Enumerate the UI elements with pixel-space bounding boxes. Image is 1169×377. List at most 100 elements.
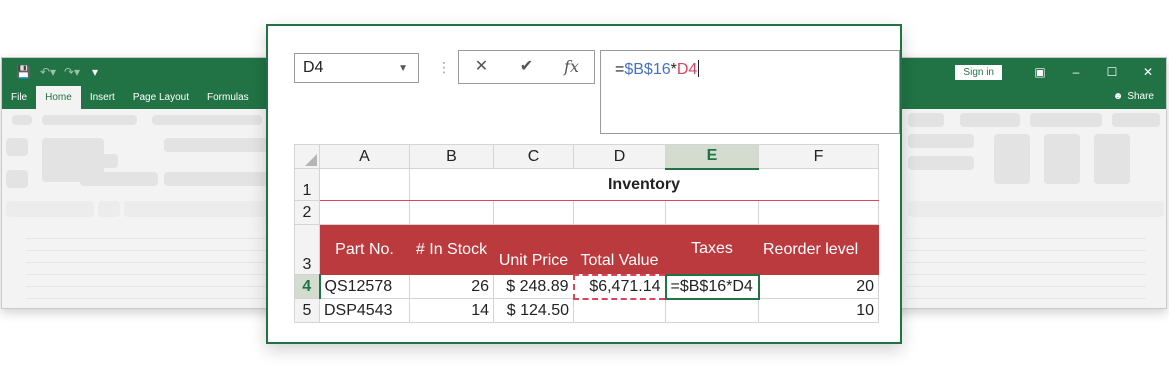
minimize-icon[interactable]: – (1058, 65, 1094, 79)
cell[interactable] (573, 298, 666, 323)
cell[interactable]: QS12578 (319, 274, 410, 299)
column-header[interactable]: C (493, 144, 574, 169)
formula-buttons: ✕ ✔ fx (458, 50, 595, 84)
ribbon-placeholder (6, 138, 28, 156)
redo-icon[interactable]: ↷▾ (64, 65, 80, 79)
share-button[interactable]: ☻ Share (1113, 91, 1154, 102)
insert-function-icon[interactable]: fx (549, 51, 594, 83)
sign-in-button[interactable]: Sign in (955, 64, 1002, 80)
save-icon[interactable]: 💾 (16, 65, 31, 79)
ribbon-placeholder (994, 134, 1030, 184)
formula-placeholder (124, 201, 274, 217)
cell[interactable] (758, 200, 879, 225)
cell[interactable]: $ 124.50 (493, 298, 574, 323)
quick-access-toolbar: 💾 ↶▾ ↷▾ ▾ (16, 64, 102, 80)
zoomed-formula-panel: D4 ▼ ⋮ ✕ ✔ fx =$B$16*D4 A B C D E F 1 In… (266, 24, 902, 344)
ribbon-placeholder (42, 115, 137, 125)
row-header[interactable]: 2 (294, 200, 320, 225)
table-header-row: 3 Part No. # In Stock Unit Price Total V… (294, 224, 879, 275)
header-taxes[interactable]: Taxes (665, 224, 759, 275)
column-header[interactable]: F (758, 144, 879, 169)
ribbon-placeholder (6, 170, 28, 188)
cell[interactable] (665, 200, 759, 225)
row-header[interactable]: 5 (294, 298, 320, 323)
cancel-icon[interactable]: ✕ (459, 51, 504, 83)
worksheet-grid: A B C D E F 1 Inventory 2 3 Part No. # I… (294, 144, 879, 323)
ribbon-placeholder (908, 134, 974, 148)
cell[interactable] (665, 298, 759, 323)
cell[interactable] (573, 200, 666, 225)
tab-home[interactable]: Home (36, 86, 81, 109)
column-header-selected[interactable]: E (665, 144, 759, 170)
column-header-row: A B C D E F (294, 144, 879, 170)
table-row: 1 Inventory (294, 168, 879, 201)
formula-eq: = (615, 61, 625, 78)
row-header[interactable]: 3 (294, 224, 320, 275)
header-in-stock[interactable]: # In Stock (409, 224, 494, 275)
ribbon-placeholder (80, 154, 118, 168)
formula-placeholder (908, 201, 1164, 217)
undo-icon[interactable]: ↶▾ (40, 65, 56, 79)
ribbon-placeholder (1044, 134, 1080, 184)
ribbon-placeholder (908, 113, 944, 127)
table-row: 2 (294, 200, 879, 225)
cell[interactable] (493, 200, 574, 225)
select-all-corner[interactable] (294, 144, 320, 169)
formula-ref-b16: $B$16 (624, 61, 671, 78)
cell[interactable]: DSP4543 (319, 298, 410, 323)
column-header[interactable]: D (573, 144, 666, 169)
name-box[interactable]: D4 ▼ (294, 53, 419, 83)
cell[interactable]: 20 (758, 274, 879, 299)
header-reorder-level[interactable]: Reorder level (758, 224, 879, 275)
cell[interactable]: 14 (409, 298, 494, 323)
formula-ref-d4: D4 (676, 61, 698, 78)
tab-file[interactable]: File (2, 86, 36, 109)
cell[interactable]: $ 248.89 (493, 274, 574, 299)
ribbon-placeholder (1094, 134, 1130, 184)
cell[interactable] (319, 200, 410, 225)
column-header[interactable]: B (409, 144, 494, 169)
active-cell-e4[interactable]: =$B$16*D4 (664, 273, 760, 300)
header-part-no[interactable]: Part No. (319, 224, 410, 275)
ribbon-display-options-icon[interactable]: ▣ (1022, 65, 1058, 79)
cell[interactable] (319, 168, 410, 201)
ribbon-tabs: File Home Insert Page Layout Formulas (2, 86, 258, 109)
close-icon[interactable]: ✕ (1130, 65, 1166, 79)
window-controls: Sign in ▣ – ☐ ✕ (955, 58, 1166, 86)
maximize-icon[interactable]: ☐ (1094, 65, 1130, 79)
person-icon: ☻ (1112, 91, 1124, 102)
ribbon-placeholder (164, 138, 268, 152)
row-header-selected[interactable]: 4 (294, 274, 321, 299)
name-box-value: D4 (303, 59, 324, 76)
ribbon-placeholder (12, 115, 32, 125)
ribbon-placeholder (152, 115, 262, 125)
tab-page-layout[interactable]: Page Layout (124, 86, 198, 109)
cell[interactable]: 10 (758, 298, 879, 323)
customize-qat-icon[interactable]: ▾ (88, 65, 102, 79)
cell[interactable]: 26 (409, 274, 494, 299)
tab-insert[interactable]: Insert (81, 86, 124, 109)
header-total-value[interactable]: Total Value (573, 224, 666, 275)
table-row: 4 QS12578 26 $ 248.89 $6,471.14 =$B$16*D… (294, 273, 879, 300)
namebox-placeholder (6, 201, 94, 217)
formula-bar[interactable]: =$B$16*D4 (600, 50, 900, 134)
ribbon-placeholder (960, 113, 1020, 127)
vertical-dots-icon: ⋮ (437, 59, 451, 75)
referenced-cell-d4[interactable]: $6,471.14 (572, 273, 667, 300)
cell[interactable] (409, 200, 494, 225)
chevron-down-icon[interactable]: ▼ (398, 55, 408, 83)
column-header[interactable]: A (319, 144, 410, 169)
row-header[interactable]: 1 (294, 168, 320, 201)
tab-formulas[interactable]: Formulas (198, 86, 258, 109)
namebox-placeholder (98, 201, 120, 217)
text-caret (698, 60, 700, 77)
ribbon-placeholder (1030, 113, 1102, 127)
header-unit-price[interactable]: Unit Price (493, 224, 574, 275)
ribbon-placeholder (1112, 113, 1160, 127)
share-label: Share (1127, 91, 1154, 102)
ribbon-placeholder (164, 172, 268, 186)
enter-check-icon[interactable]: ✔ (504, 51, 549, 83)
sheet-title[interactable]: Inventory (409, 168, 879, 201)
table-row: 5 DSP4543 14 $ 124.50 10 (294, 298, 879, 323)
ribbon-placeholder (908, 156, 974, 170)
